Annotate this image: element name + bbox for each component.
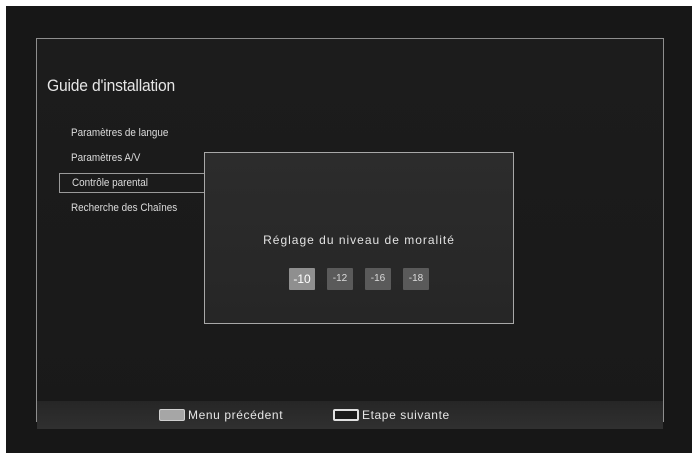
tv-screen: Guide d'installation Paramètres de langu… [6,6,692,453]
menu-item-label: Paramètres de langue [71,127,169,139]
menu-item-language[interactable]: Paramètres de langue [59,123,279,143]
level-option-18[interactable]: -18 [403,268,429,290]
footer-bar: Menu précédent Etape suivante [37,401,663,429]
previous-menu-label: Menu précédent [188,408,284,422]
next-step-label: Etape suivante [362,408,450,422]
black-key-icon [333,409,359,421]
menu-item-label: Contrôle parental [72,177,148,189]
level-option-16[interactable]: -16 [365,268,391,290]
parental-level-dialog: Réglage du niveau de moralité -10 -12 -1… [204,152,514,324]
page-title: Guide d'installation [47,76,175,95]
menu-item-label: Recherche des Chaînes [71,202,178,214]
installation-guide-panel: Guide d'installation Paramètres de langu… [36,38,664,429]
previous-menu-button[interactable]: Menu précédent [159,408,283,422]
gray-key-icon [159,409,185,421]
level-option-10[interactable]: -10 [289,268,315,290]
level-option-12[interactable]: -12 [327,268,353,290]
dialog-title: Réglage du niveau de moralité [263,233,455,247]
menu-item-label: Paramètres A/V [71,152,141,164]
next-step-button[interactable]: Etape suivante [333,408,450,422]
